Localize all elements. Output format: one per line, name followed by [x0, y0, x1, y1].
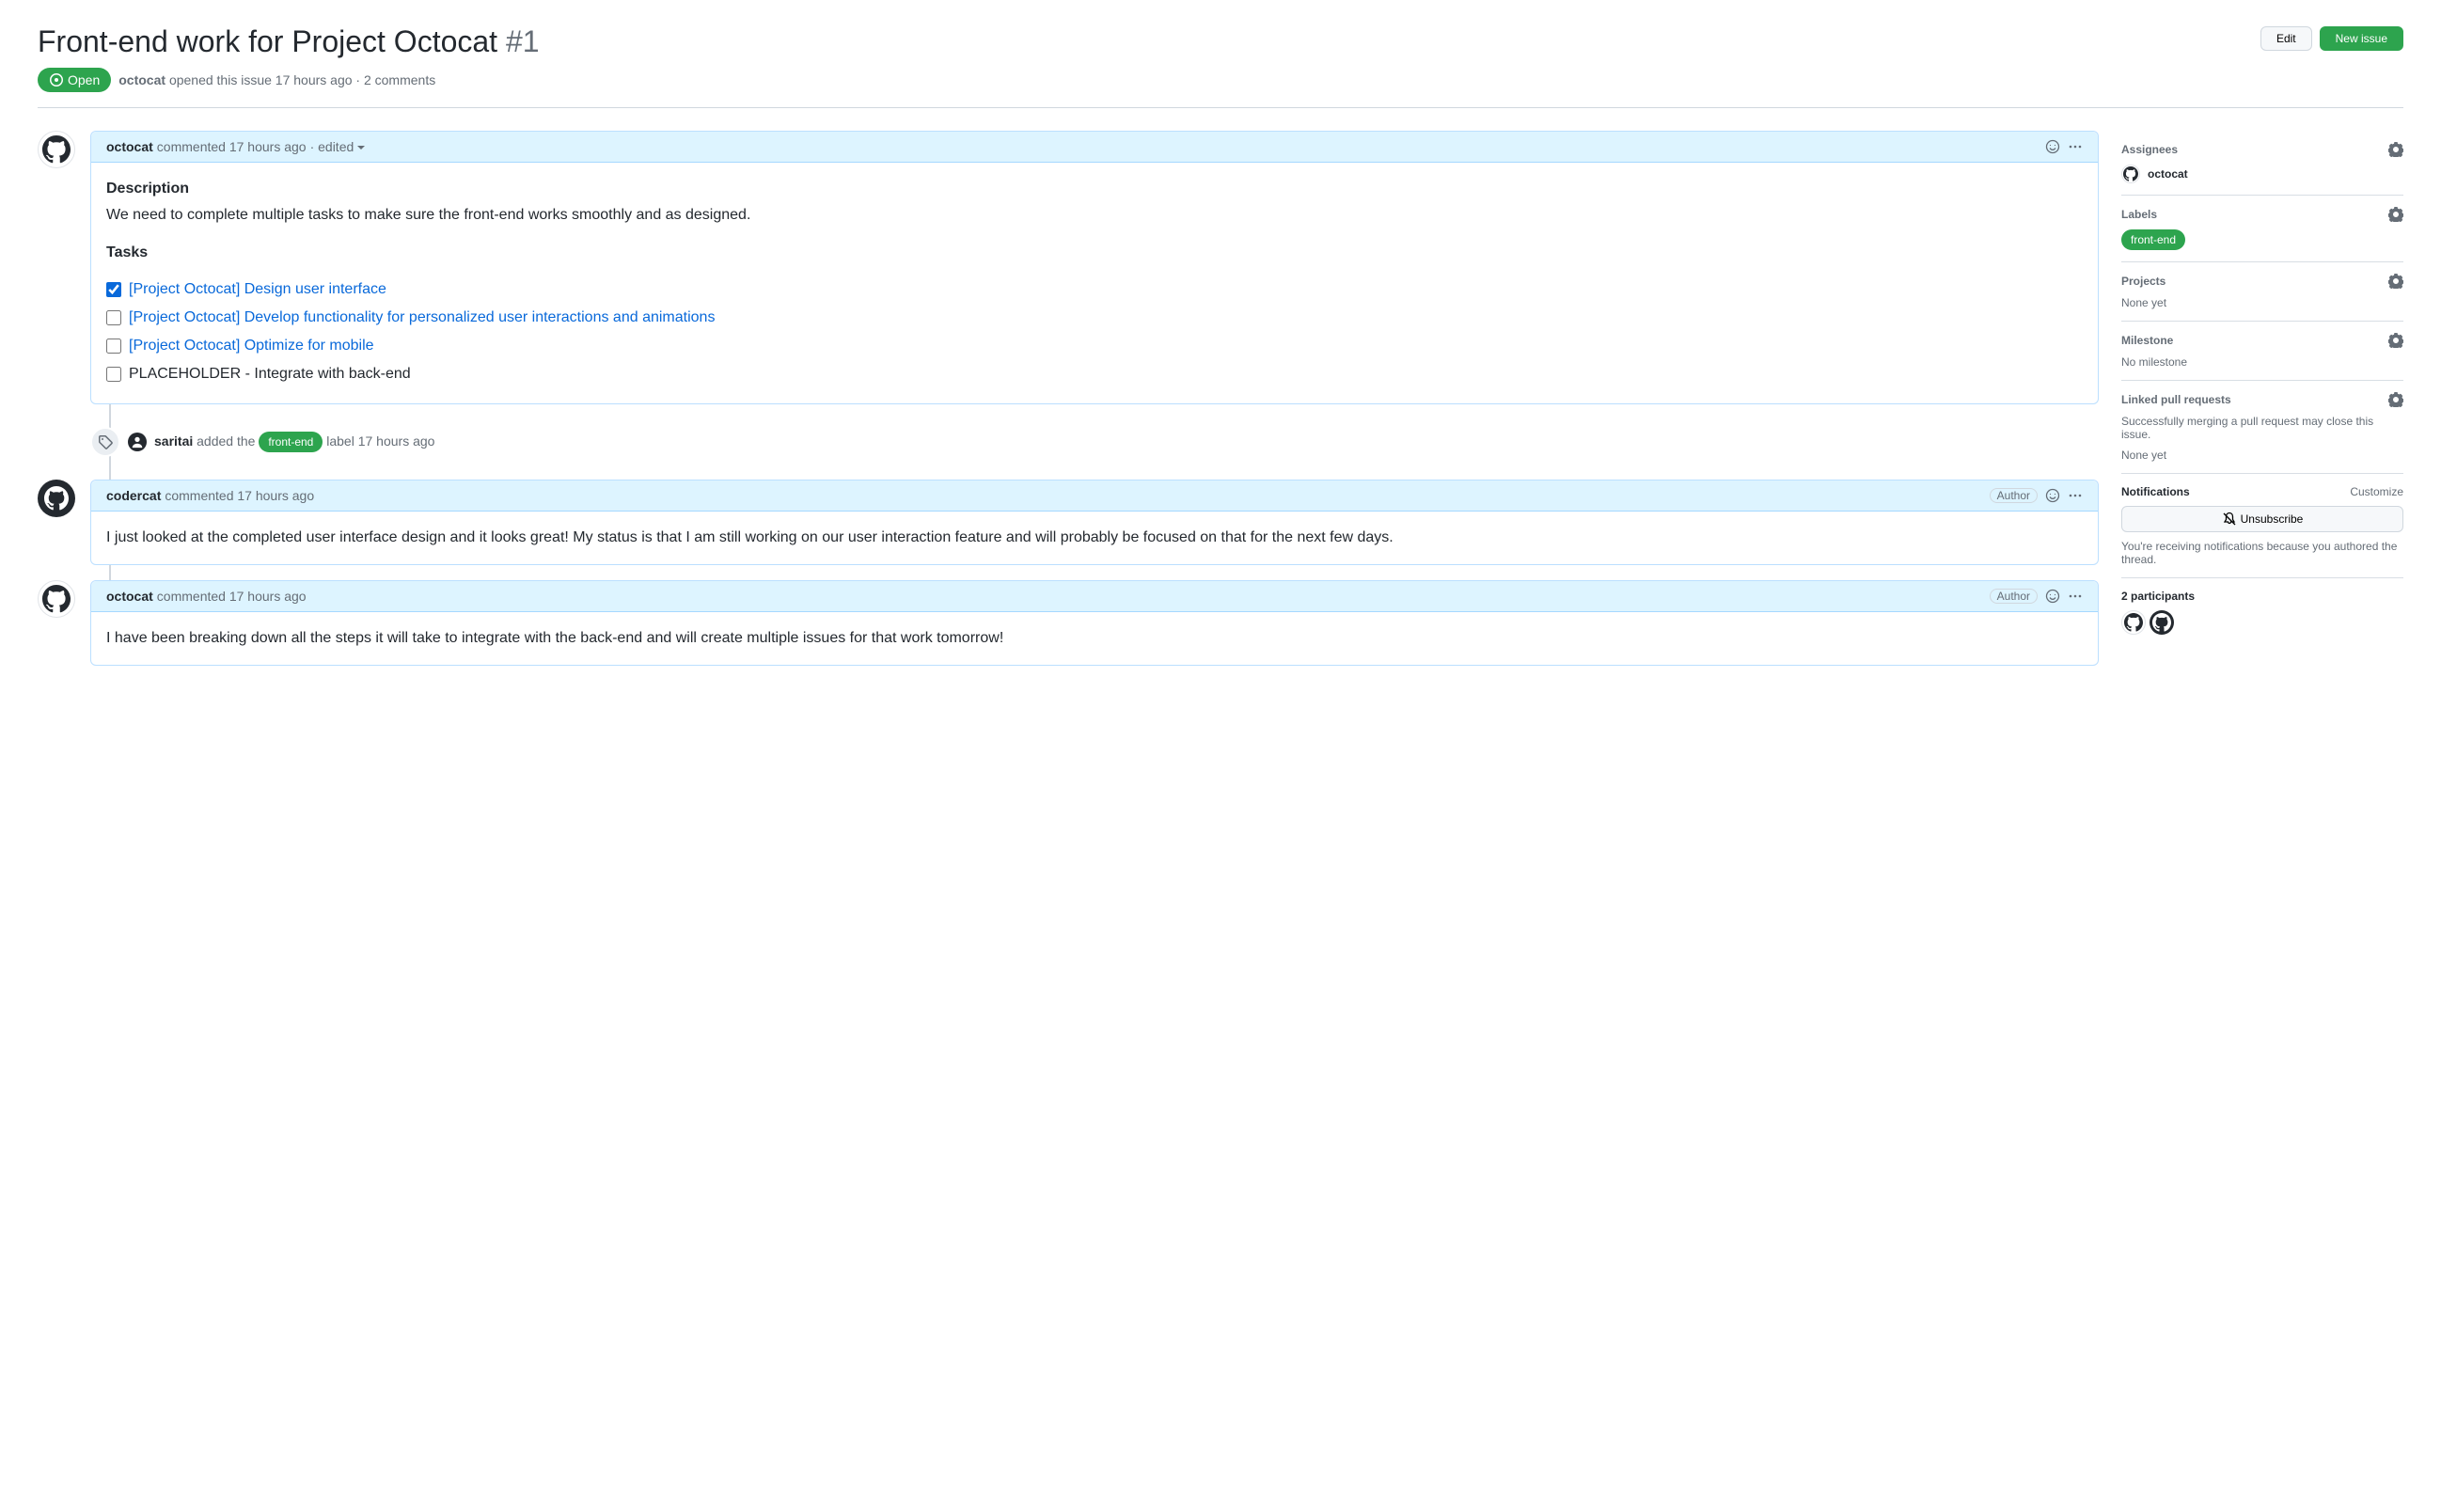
customize-link[interactable]: Customize	[2350, 485, 2403, 498]
comment-timestamp: commented 17 hours ago	[165, 488, 314, 503]
author-badge: Author	[1990, 589, 2038, 604]
task-checkbox[interactable]	[106, 339, 121, 354]
kebab-icon[interactable]	[2068, 589, 2083, 604]
task-text: PLACEHOLDER - Integrate with back-end	[129, 363, 411, 386]
issue-title-text: Front-end work for Project Octocat	[38, 24, 497, 58]
labels-title[interactable]: Labels	[2121, 208, 2157, 221]
issue-state-text: Open	[68, 72, 100, 87]
edited-indicator[interactable]: · edited	[310, 139, 366, 154]
tasks-heading: Tasks	[106, 242, 2083, 264]
issue-opened-text: opened this issue 17 hours ago · 2 comme…	[169, 72, 435, 87]
task-text[interactable]: [Project Octocat] Optimize for mobile	[129, 335, 374, 357]
unsubscribe-label: Unsubscribe	[2241, 512, 2304, 526]
sidebar: Assignees octocat Labels front-end Proje…	[2121, 131, 2403, 681]
timeline-event: saritai added the front-end label 17 hou…	[38, 419, 2099, 465]
emoji-icon[interactable]	[2045, 488, 2060, 503]
edit-button[interactable]: Edit	[2260, 26, 2312, 51]
description-text: We need to complete multiple tasks to ma…	[106, 204, 2083, 227]
linked-prs-title[interactable]: Linked pull requests	[2121, 393, 2231, 406]
projects-title[interactable]: Projects	[2121, 275, 2165, 288]
kebab-icon[interactable]	[2068, 488, 2083, 503]
bell-slash-icon	[2222, 512, 2237, 527]
avatar[interactable]	[38, 480, 75, 517]
comment: octocat commented 17 hours ago · edited	[90, 131, 2099, 404]
gear-icon[interactable]	[2388, 333, 2403, 348]
issue-open-icon	[49, 72, 64, 87]
milestone-title[interactable]: Milestone	[2121, 334, 2173, 347]
author-badge: Author	[1990, 488, 2038, 503]
avatar[interactable]	[128, 433, 147, 451]
emoji-icon[interactable]	[2045, 589, 2060, 604]
notification-reason: You're receiving notifications because y…	[2121, 540, 2403, 566]
assignees-title[interactable]: Assignees	[2121, 143, 2178, 156]
comment-body: I just looked at the completed user inte…	[106, 527, 2083, 549]
emoji-icon[interactable]	[2045, 139, 2060, 154]
avatar[interactable]	[2150, 610, 2174, 635]
task-text[interactable]: [Project Octocat] Design user interface	[129, 278, 386, 301]
comment-timestamp: commented 17 hours ago	[157, 589, 307, 604]
label-badge[interactable]: front-end	[259, 432, 323, 452]
task-item: [Project Octocat] Optimize for mobile	[106, 332, 2083, 360]
gear-icon[interactable]	[2388, 142, 2403, 157]
assignee-name[interactable]: octocat	[2148, 167, 2188, 181]
task-checkbox[interactable]	[106, 282, 121, 297]
event-text-before: added the	[197, 433, 255, 449]
linked-prs-desc: Successfully merging a pull request may …	[2121, 415, 2403, 441]
gear-icon[interactable]	[2388, 207, 2403, 222]
gear-icon[interactable]	[2388, 274, 2403, 289]
new-issue-button[interactable]: New issue	[2320, 26, 2403, 51]
comment: codercat commented 17 hours ago Author	[90, 480, 2099, 565]
avatar[interactable]	[2121, 165, 2140, 183]
comment-author[interactable]: octocat	[106, 589, 153, 604]
comment-author[interactable]: octocat	[106, 139, 153, 154]
issue-meta: octocat opened this issue 17 hours ago ·…	[118, 72, 435, 87]
avatar[interactable]	[38, 131, 75, 168]
event-actor[interactable]: saritai	[154, 433, 193, 449]
linked-prs-value: None yet	[2121, 449, 2403, 462]
issue-number: #1	[506, 24, 540, 58]
main-column: octocat commented 17 hours ago · edited	[38, 131, 2099, 681]
description-heading: Description	[106, 178, 2083, 200]
task-checkbox[interactable]	[106, 367, 121, 382]
comment-author[interactable]: codercat	[106, 488, 161, 503]
task-list: [Project Octocat] Design user interface […	[106, 276, 2083, 388]
issue-author[interactable]: octocat	[118, 72, 165, 87]
task-text[interactable]: [Project Octocat] Develop functionality …	[129, 307, 715, 329]
kebab-icon[interactable]	[2068, 139, 2083, 154]
task-item: [Project Octocat] Design user interface	[106, 276, 2083, 304]
issue-state-badge: Open	[38, 68, 111, 92]
chevron-down-icon	[357, 146, 365, 150]
unsubscribe-button[interactable]: Unsubscribe	[2121, 506, 2403, 532]
participants-title: 2 participants	[2121, 590, 2403, 603]
gear-icon[interactable]	[2388, 392, 2403, 407]
notifications-title: Notifications	[2121, 485, 2190, 498]
event-text-after: label 17 hours ago	[326, 433, 434, 449]
projects-value: None yet	[2121, 296, 2403, 309]
issue-title: Front-end work for Project Octocat #1	[38, 23, 540, 60]
task-checkbox[interactable]	[106, 310, 121, 325]
comment: octocat commented 17 hours ago Author	[90, 580, 2099, 666]
comment-timestamp: commented 17 hours ago	[157, 139, 307, 154]
task-item: PLACEHOLDER - Integrate with back-end	[106, 360, 2083, 388]
comment-body: I have been breaking down all the steps …	[106, 627, 2083, 650]
task-item: [Project Octocat] Develop functionality …	[106, 304, 2083, 332]
avatar[interactable]	[38, 580, 75, 618]
avatar[interactable]	[2121, 610, 2146, 635]
label-badge[interactable]: front-end	[2121, 229, 2185, 250]
milestone-value: No milestone	[2121, 355, 2403, 369]
tag-icon	[90, 427, 120, 457]
